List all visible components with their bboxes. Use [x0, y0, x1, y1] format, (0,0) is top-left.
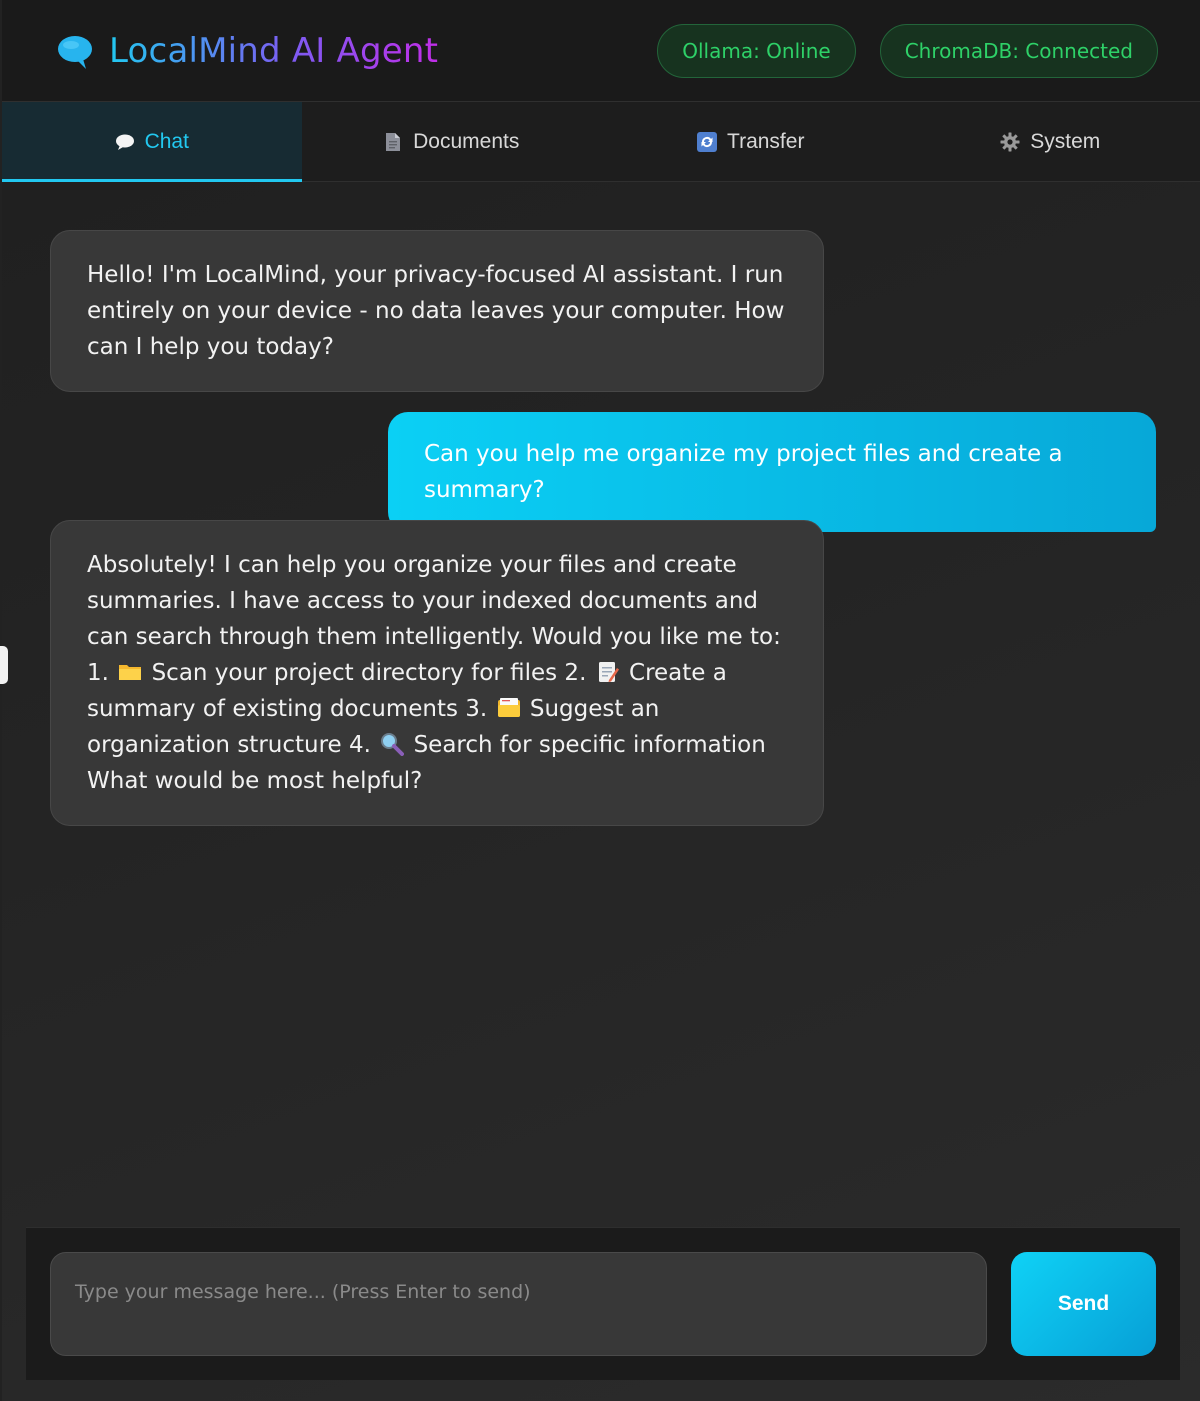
tab-system[interactable]: System: [901, 102, 1200, 181]
user-message: Can you help me organize my project file…: [388, 412, 1156, 532]
app-window: LocalMind AI Agent Ollama: Online Chroma…: [2, 0, 1200, 1401]
chat-messages: Hello! I'm LocalMind, your privacy-focus…: [2, 182, 1200, 1226]
app-header: LocalMind AI Agent Ollama: Online Chroma…: [2, 0, 1200, 102]
send-button[interactable]: Send: [1011, 1252, 1156, 1356]
magnifier-icon: [381, 733, 405, 756]
status-group: Ollama: Online ChromaDB: Connected: [657, 23, 1158, 78]
message-text: Scan your project directory for files 2.: [151, 660, 587, 686]
gear-icon: [1000, 132, 1020, 151]
tab-chat[interactable]: Chat: [2, 102, 302, 182]
assistant-message: Absolutely! I can help you organize your…: [50, 520, 824, 826]
folder-icon: [119, 665, 142, 680]
tab-label: Transfer: [727, 129, 805, 153]
brand: LocalMind AI Agent: [55, 31, 438, 71]
tab-label: Chat: [144, 129, 189, 153]
assistant-message: Hello! I'm LocalMind, your privacy-focus…: [50, 230, 824, 392]
tab-transfer[interactable]: Transfer: [601, 102, 901, 181]
tab-label: Documents: [413, 129, 520, 153]
message-input[interactable]: [50, 1252, 987, 1356]
side-panel-handle[interactable]: [0, 646, 8, 684]
chromadb-status-badge: ChromaDB: Connected: [879, 23, 1158, 78]
tab-label: System: [1030, 129, 1101, 153]
tab-documents[interactable]: Documents: [302, 102, 602, 181]
ollama-status-badge: Ollama: Online: [657, 23, 856, 78]
card-index-icon: [497, 698, 520, 717]
transfer-icon: [697, 131, 718, 152]
user-message-text: Can you help me organize my project file…: [424, 441, 1063, 503]
document-icon: [386, 132, 401, 151]
tab-bar: Chat Documents Transfer System: [2, 102, 1200, 182]
memo-icon: [598, 662, 619, 682]
speech-bubble-icon: [115, 134, 134, 150]
speech-bubble-icon: [58, 35, 92, 69]
app-title: LocalMind AI Agent: [109, 30, 439, 71]
message-composer: Send: [26, 1227, 1180, 1380]
